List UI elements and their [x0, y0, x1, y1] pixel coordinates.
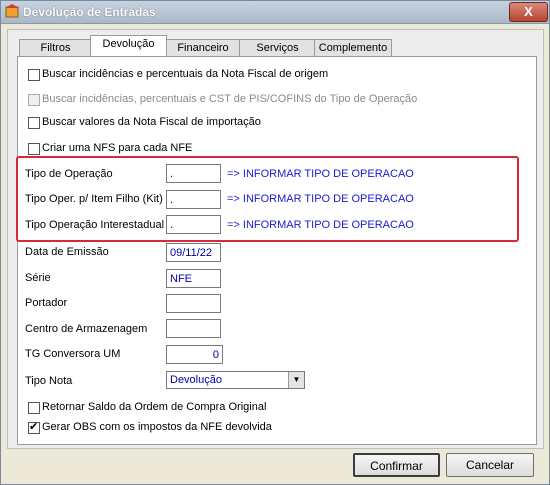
portador-label: Portador — [25, 297, 68, 309]
tab-financeiro[interactable]: Financeiro — [165, 39, 241, 56]
tipo-oper-item-info: => INFORMAR TIPO DE OPERACAO — [227, 193, 414, 205]
checkbox-label: Retornar Saldo da Ordem de Compra Origin… — [42, 401, 267, 413]
tipo-oper-interestadual-label: Tipo Operação Interestadual — [25, 219, 165, 231]
dialog-window: Devolução de Entradas X Filtros Devoluçã… — [0, 0, 550, 485]
tg-conversora-label: TG Conversora UM — [25, 348, 121, 360]
tab-servicos[interactable]: Serviços — [239, 39, 316, 56]
checkbox-label: Criar uma NFS para cada NFE — [42, 142, 193, 154]
tipo-operacao-info: => INFORMAR TIPO DE OPERACAO — [227, 168, 414, 180]
checkbox-label: Gerar OBS com os impostos da NFE devolvi… — [42, 421, 272, 433]
data-emissao-input[interactable]: 09/11/22 — [166, 243, 221, 262]
tab-label: Complemento — [318, 42, 388, 54]
close-button[interactable]: X — [509, 2, 548, 22]
tab-label: Serviços — [256, 42, 299, 54]
tab-label: Devolução — [102, 38, 155, 50]
checkbox-label: Buscar incidências e percentuais da Nota… — [42, 68, 329, 80]
checkbox-label: Buscar valores da Nota Fiscal de importa… — [42, 116, 261, 128]
checkbox-label: Buscar incidências, percentuais e CST de… — [42, 93, 418, 105]
serie-input[interactable]: NFE — [166, 269, 221, 288]
data-emissao-label: Data de Emissão — [25, 246, 109, 258]
tg-conversora-input[interactable]: 0 — [166, 345, 223, 364]
tipo-nota-select[interactable]: Devolução ▼ — [166, 371, 305, 389]
tipo-oper-interestadual-input[interactable]: . — [166, 215, 221, 234]
tab-devolucao[interactable]: Devolução — [90, 35, 167, 56]
confirmar-button[interactable]: Confirmar — [353, 453, 440, 477]
portador-input[interactable] — [166, 294, 221, 313]
close-icon: X — [524, 4, 533, 19]
app-icon — [5, 4, 19, 18]
tipo-operacao-input[interactable]: . — [166, 164, 221, 183]
checkbox-criar-nfs[interactable] — [28, 143, 40, 155]
checkbox-buscar-importacao[interactable] — [28, 117, 40, 129]
centro-armazenagem-input[interactable] — [166, 319, 221, 338]
tab-complemento[interactable]: Complemento — [314, 39, 392, 56]
chevron-down-icon[interactable]: ▼ — [288, 372, 304, 388]
cancelar-label: Cancelar — [465, 458, 515, 472]
checkbox-buscar-incidencias[interactable] — [28, 69, 40, 81]
tipo-oper-item-input[interactable]: . — [166, 190, 221, 209]
window-title: Devolução de Entradas — [23, 5, 156, 19]
tipo-nota-label: Tipo Nota — [25, 375, 73, 387]
tab-filtros[interactable]: Filtros — [19, 39, 92, 56]
cancelar-button[interactable]: Cancelar — [446, 453, 534, 477]
centro-armazenagem-label: Centro de Armazenagem — [25, 323, 148, 335]
tab-label: Filtros — [40, 42, 71, 54]
tipo-nota-value: Devolução — [170, 374, 222, 386]
checkbox-buscar-pis-cofins — [28, 94, 40, 106]
tipo-oper-item-label: Tipo Oper. p/ Item Filho (Kit) — [25, 193, 163, 205]
checkbox-gerar-obs[interactable] — [28, 420, 40, 434]
tipo-operacao-label: Tipo de Operação — [25, 168, 113, 180]
confirmar-label: Confirmar — [370, 459, 423, 473]
tipo-oper-interestadual-info: => INFORMAR TIPO DE OPERACAO — [227, 219, 414, 231]
tab-label: Financeiro — [177, 42, 229, 54]
serie-label: Série — [25, 272, 51, 284]
checkbox-retornar-saldo[interactable] — [28, 402, 40, 414]
title-bar[interactable]: Devolução de Entradas X — [1, 1, 549, 24]
